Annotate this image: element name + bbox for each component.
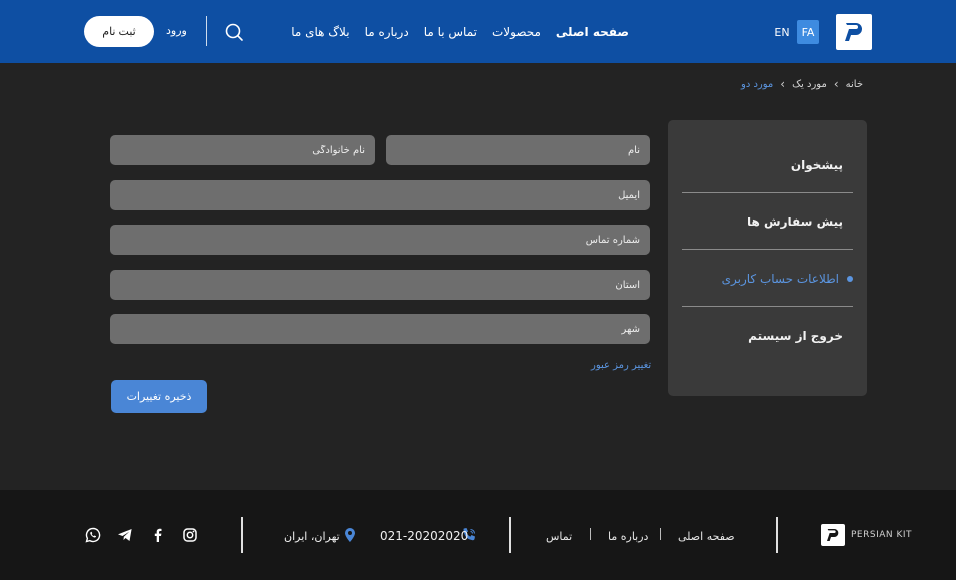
logo[interactable] (836, 14, 872, 50)
login-link[interactable]: ورود (166, 24, 187, 37)
sidebar-item-preorders[interactable]: پیش سفارش ها (747, 215, 843, 229)
footer-brand: PERSIAN KIT (851, 530, 913, 540)
province-input[interactable] (110, 270, 650, 300)
change-password-link[interactable]: تغییر رمز عبور (591, 360, 651, 371)
lang-en-button[interactable]: EN (772, 20, 792, 44)
sidebar-item-dashboard[interactable]: پیشخوان (791, 158, 843, 172)
footer-address: تهران، ایران (284, 530, 340, 543)
header-divider (206, 16, 207, 46)
search-icon (225, 23, 243, 41)
nav-blog[interactable]: بلاگ های ما (291, 25, 349, 39)
sidebar-item-label: خروج از سیستم (748, 329, 843, 343)
lang-fa-button[interactable]: FA (797, 20, 819, 44)
site-header: FA EN صفحه اصلی محصولات تماس با ما دربار… (0, 0, 956, 63)
chevron-left-icon: ‹ (833, 77, 839, 91)
sidebar-divider (682, 249, 853, 250)
breadcrumb-item-one[interactable]: مورد یک (792, 79, 827, 90)
footer-link-contact[interactable]: تماس (546, 530, 572, 543)
email-input[interactable] (110, 180, 650, 210)
footer-link-home[interactable]: صفحه اصلی (678, 530, 735, 543)
persian-kit-logo-icon (827, 529, 839, 541)
account-sidebar: پیشخوان پیش سفارش ها اطلاعات حساب کاربری… (668, 120, 867, 396)
sidebar-item-account-info[interactable]: اطلاعات حساب کاربری (722, 272, 853, 286)
nav-products[interactable]: محصولات (492, 25, 541, 39)
footer-phone[interactable]: 021-20202020 (380, 529, 468, 543)
nav-contact[interactable]: تماس با ما (424, 25, 477, 39)
footer-divider (509, 517, 511, 553)
persian-kit-logo-icon (845, 23, 862, 41)
footer-divider (776, 517, 778, 553)
sidebar-divider (682, 306, 853, 307)
save-changes-button[interactable]: ذخیره تغییرات (111, 380, 207, 413)
chevron-left-icon: ‹ (780, 77, 786, 91)
footer-divider (241, 517, 243, 553)
footer-link-separator (590, 528, 591, 540)
location-pin-icon (345, 528, 355, 542)
footer-link-separator (660, 528, 661, 540)
main-nav: صفحه اصلی محصولات تماس با ما درباره ما ب… (291, 22, 629, 42)
breadcrumb-item-two: مورد دو (741, 78, 774, 90)
whatsapp-icon[interactable] (85, 527, 101, 543)
first-name-input[interactable] (386, 135, 650, 165)
telegram-icon[interactable] (117, 527, 133, 543)
search-button[interactable] (224, 22, 244, 42)
last-name-input[interactable] (110, 135, 375, 165)
instagram-icon[interactable] (182, 527, 198, 543)
signup-button[interactable]: ثبت نام (84, 16, 154, 47)
footer-link-about[interactable]: درباره ما (608, 530, 648, 543)
facebook-icon[interactable] (150, 527, 166, 543)
sidebar-item-label: اطلاعات حساب کاربری (721, 272, 839, 286)
footer-logo[interactable] (821, 524, 845, 546)
active-dot-icon (847, 276, 853, 282)
sidebar-item-label: پیشخوان (790, 158, 843, 172)
nav-home[interactable]: صفحه اصلی (556, 25, 629, 39)
breadcrumb: خانه ‹ مورد یک ‹ مورد دو (741, 77, 863, 91)
nav-about[interactable]: درباره ما (365, 25, 409, 39)
sidebar-item-label: پیش سفارش ها (747, 215, 843, 229)
city-input[interactable] (110, 314, 650, 344)
sidebar-divider (682, 192, 853, 193)
phone-input[interactable] (110, 225, 650, 255)
site-footer: PERSIAN KIT صفحه اصلی درباره ما تماس 021… (0, 490, 956, 580)
sidebar-item-logout[interactable]: خروج از سیستم (748, 329, 843, 343)
breadcrumb-home[interactable]: خانه (846, 79, 863, 90)
